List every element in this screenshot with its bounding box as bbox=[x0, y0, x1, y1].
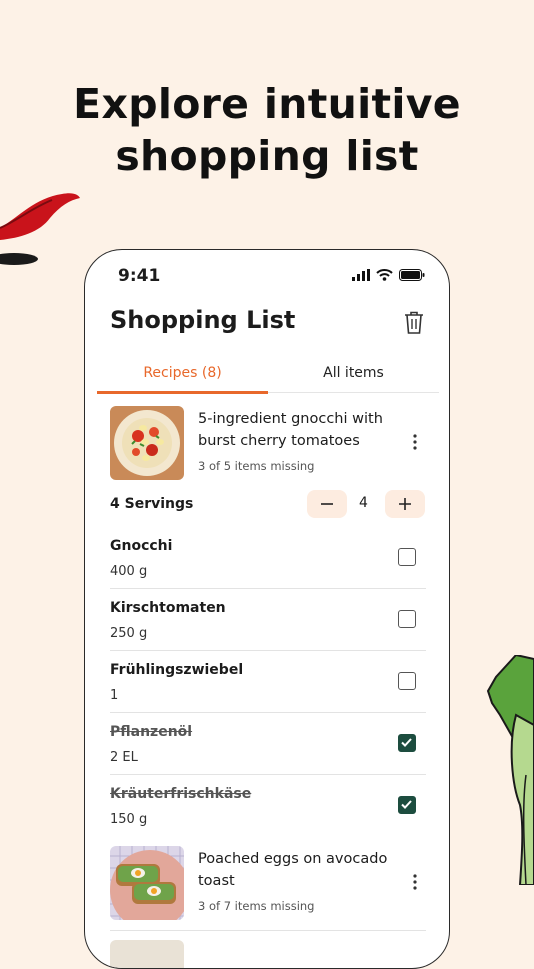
item-name: Gnocchi bbox=[110, 538, 173, 554]
recipe-card[interactable]: 5-ingredient gnocchi with burst cherry t… bbox=[110, 406, 426, 482]
battery-icon bbox=[399, 269, 425, 281]
checkmark-icon bbox=[401, 738, 412, 747]
item-checkbox[interactable] bbox=[398, 610, 416, 628]
item-quantity: 2 EL bbox=[110, 750, 138, 765]
tab-recipes[interactable]: Recipes (8) bbox=[97, 365, 268, 381]
item-checkbox[interactable] bbox=[398, 734, 416, 752]
list-item: Frühlingszwiebel 1 bbox=[110, 650, 426, 713]
more-vertical-icon[interactable] bbox=[406, 432, 424, 452]
increase-servings-button[interactable] bbox=[385, 490, 425, 518]
active-tab-indicator bbox=[97, 391, 268, 394]
list-item: Kräuterfrischkäse 150 g bbox=[110, 774, 426, 836]
decrease-servings-button[interactable] bbox=[307, 490, 347, 518]
status-time: 9:41 bbox=[118, 266, 161, 286]
recipe-missing-count: 3 of 5 items missing bbox=[198, 459, 315, 473]
item-quantity: 150 g bbox=[110, 812, 148, 827]
recipe-title: Poached eggs on avocado toast bbox=[198, 851, 388, 889]
plus-icon bbox=[399, 498, 411, 510]
item-quantity: 400 g bbox=[110, 564, 148, 579]
chili-illustration bbox=[0, 193, 80, 265]
item-checkbox[interactable] bbox=[398, 548, 416, 566]
tab-all-items[interactable]: All items bbox=[268, 365, 439, 381]
item-checkbox[interactable] bbox=[398, 796, 416, 814]
divider bbox=[110, 930, 426, 931]
item-name: Kräuterfrischkäse bbox=[110, 786, 252, 802]
list-item: Gnocchi 400 g bbox=[110, 526, 426, 589]
item-quantity: 250 g bbox=[110, 626, 148, 641]
servings-count: 4 bbox=[359, 495, 368, 511]
servings-label: 4 Servings bbox=[110, 496, 194, 512]
recipe-image-partial bbox=[110, 940, 184, 968]
headline-line-1: Explore intuitive bbox=[73, 80, 461, 128]
item-name: Frühlingszwiebel bbox=[110, 662, 244, 678]
status-bar: 9:41 bbox=[85, 250, 449, 302]
list-item: Kirschtomaten 250 g bbox=[110, 588, 426, 651]
phone-frame: 9:41 Shopping List Recipes (8) All items… bbox=[84, 249, 450, 969]
recipe-missing-count: 3 of 7 items missing bbox=[198, 899, 315, 913]
recipe-image bbox=[110, 406, 184, 480]
headline-line-2: shopping list bbox=[115, 132, 419, 180]
tab-bar: Recipes (8) All items bbox=[97, 358, 439, 394]
celery-illustration bbox=[486, 655, 534, 885]
recipe-title: 5-ingredient gnocchi with burst cherry t… bbox=[198, 411, 383, 449]
recipe-image bbox=[110, 846, 184, 920]
item-quantity: 1 bbox=[110, 688, 119, 703]
checkmark-icon bbox=[401, 800, 412, 809]
list-item: Pflanzenöl 2 EL bbox=[110, 712, 426, 775]
recipe-card[interactable]: Poached eggs on avocado toast 3 of 7 ite… bbox=[110, 846, 426, 922]
item-checkbox[interactable] bbox=[398, 672, 416, 690]
minus-icon bbox=[321, 503, 333, 505]
item-name: Kirschtomaten bbox=[110, 600, 226, 616]
status-icons bbox=[352, 269, 425, 281]
page-title: Shopping List bbox=[110, 306, 296, 334]
headline: Explore intuitive shopping list bbox=[0, 78, 534, 182]
trash-icon[interactable] bbox=[403, 310, 425, 336]
more-vertical-icon[interactable] bbox=[406, 872, 424, 892]
servings-row: 4 Servings 4 bbox=[110, 490, 426, 520]
signal-icon bbox=[352, 269, 370, 281]
wifi-icon bbox=[376, 269, 393, 281]
item-name: Pflanzenöl bbox=[110, 724, 193, 740]
